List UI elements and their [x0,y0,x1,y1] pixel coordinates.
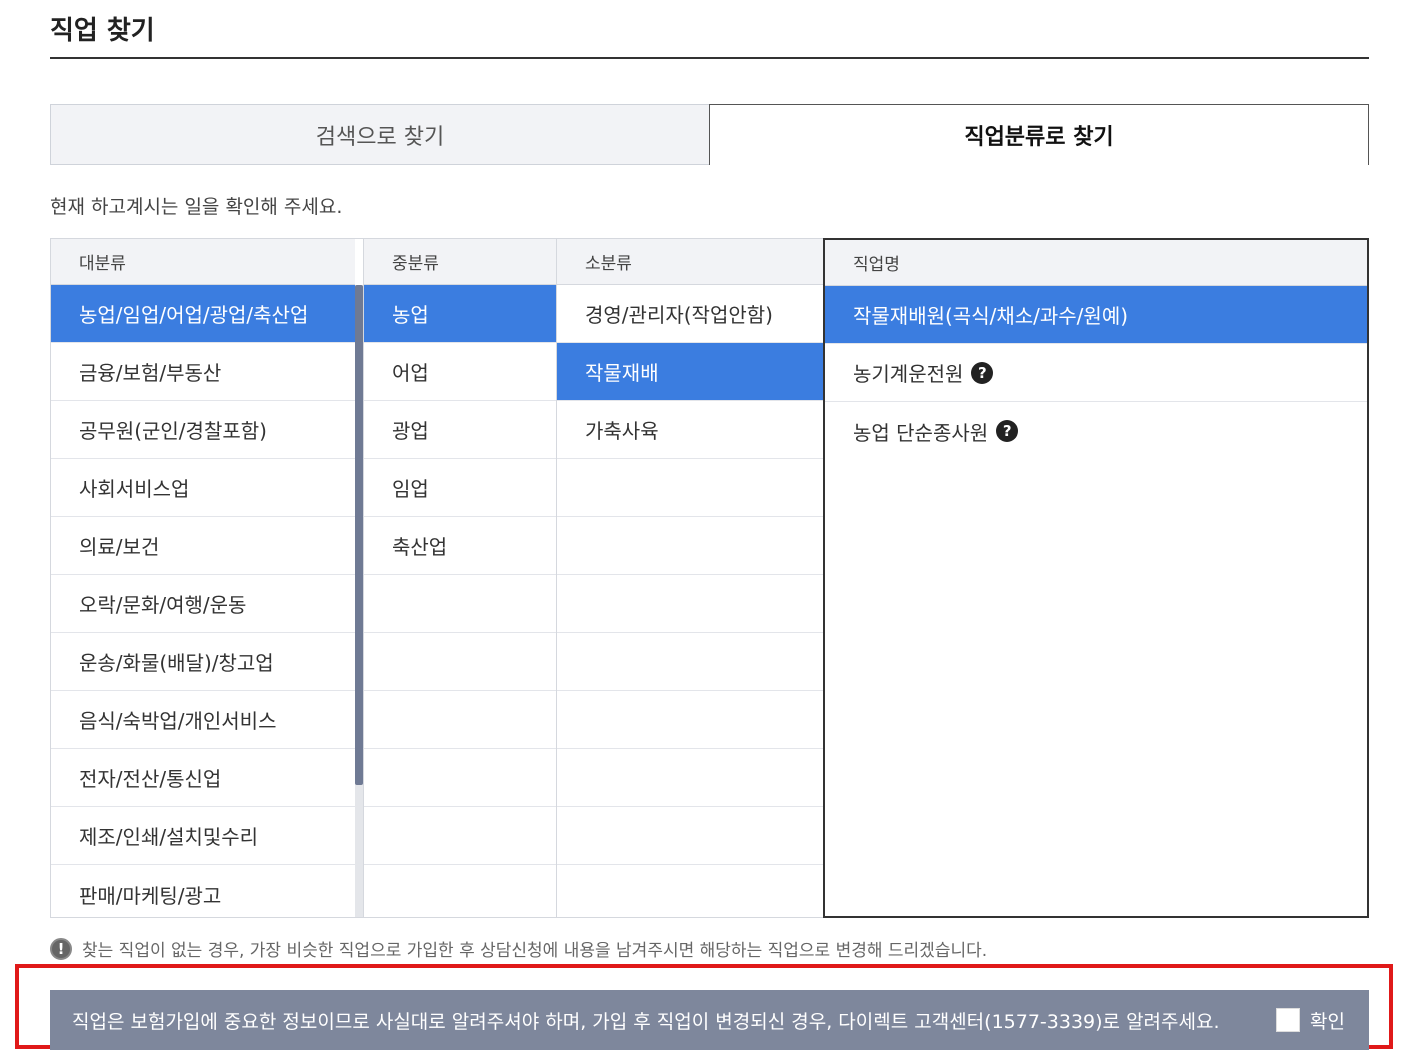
empty-row [557,807,823,865]
job-item[interactable]: 농기계운전원? [825,344,1367,402]
major-scrollbar[interactable] [355,285,363,917]
minor-column-header: 소분류 [557,239,823,285]
minor-item[interactable]: 경영/관리자(작업안함) [557,285,823,343]
major-column-header: 대분류 [51,239,355,285]
page-title: 직업 찾기 [50,16,155,46]
empty-row [364,633,556,691]
major-item[interactable]: 의료/보건 [51,517,355,575]
confirm-checkbox[interactable]: 확인 [1276,1007,1345,1034]
tab-category[interactable]: 직업분류로 찾기 [709,104,1369,165]
major-item[interactable]: 제조/인쇄/설치및수리 [51,807,355,865]
empty-row [364,575,556,633]
empty-row [364,749,556,807]
empty-row [557,691,823,749]
major-item[interactable]: 사회서비스업 [51,459,355,517]
major-item[interactable]: 음식/숙박업/개인서비스 [51,691,355,749]
job-item[interactable]: 작물재배원(곡식/채소/과수/원예) [825,286,1367,344]
empty-row [557,575,823,633]
exclamation-icon: ! [50,937,72,960]
empty-row [557,749,823,807]
tab-category-label: 직업분류로 찾기 [964,125,1114,150]
empty-row [364,691,556,749]
tab-search[interactable]: 검색으로 찾기 [50,104,710,165]
middle-item[interactable]: 광업 [364,401,556,459]
instruction-text: 현재 하고계시는 일을 확인해 주세요. [50,196,343,218]
job-category-grid: 대분류 농업/임업/어업/광업/축산업 금융/보험/부동산 공무원(군인/경찰포… [50,238,1369,918]
major-item[interactable]: 판매/마케팅/광고 [51,865,355,923]
middle-item[interactable]: 축산업 [364,517,556,575]
confirm-label: 확인 [1310,1010,1345,1033]
major-item[interactable]: 금융/보험/부동산 [51,343,355,401]
major-item[interactable]: 오락/문화/여행/운동 [51,575,355,633]
major-item[interactable]: 전자/전산/통신업 [51,749,355,807]
major-item[interactable]: 운송/화물(배달)/창고업 [51,633,355,691]
middle-column-header: 중분류 [364,239,556,285]
middle-item[interactable]: 어업 [364,343,556,401]
empty-row [364,807,556,865]
middle-item[interactable]: 농업 [364,285,556,343]
job-item[interactable]: 농업 단순종사원? [825,402,1367,460]
major-scrollbar-thumb[interactable] [355,285,363,785]
notice: ! 찾는 직업이 없는 경우, 가장 비슷한 직업으로 가입한 후 상담신청에 … [50,936,987,961]
job-name-column: 직업명 작물재배원(곡식/채소/과수/원예) 농기계운전원? 농업 단순종사원? [823,238,1369,918]
minor-item[interactable]: 작물재배 [557,343,823,401]
major-category-column: 대분류 농업/임업/어업/광업/축산업 금융/보험/부동산 공무원(군인/경찰포… [51,239,355,917]
warning-bar: 직업은 보험가입에 중요한 정보이므로 사실대로 알려주셔야 하며, 가입 후 … [50,990,1369,1050]
empty-row [557,517,823,575]
help-icon[interactable]: ? [971,361,994,384]
major-item[interactable]: 농업/임업/어업/광업/축산업 [51,285,355,343]
minor-item[interactable]: 가축사육 [557,401,823,459]
major-item[interactable]: 공무원(군인/경찰포함) [51,401,355,459]
job-item-label: 작물재배원(곡식/채소/과수/원예) [853,304,1129,328]
tab-search-label: 검색으로 찾기 [315,124,445,150]
job-item-label: 농업 단순종사원 [853,420,989,445]
job-item-label: 농기계운전원 [853,362,964,386]
minor-category-column: 소분류 경영/관리자(작업안함) 작물재배 가축사육 [556,239,823,917]
job-column-header: 직업명 [825,240,1367,286]
help-icon[interactable]: ? [996,420,1019,442]
empty-row [557,633,823,691]
title-divider [50,57,1369,59]
middle-item[interactable]: 임업 [364,459,556,517]
warning-text: 직업은 보험가입에 중요한 정보이므로 사실대로 알려주셔야 하며, 가입 후 … [72,1010,1220,1033]
middle-category-column: 중분류 농업 어업 광업 임업 축산업 [363,239,556,917]
notice-text: 찾는 직업이 없는 경우, 가장 비슷한 직업으로 가입한 후 상담신청에 내용… [82,941,988,961]
checkbox-box[interactable] [1276,1008,1301,1032]
empty-row [557,459,823,517]
